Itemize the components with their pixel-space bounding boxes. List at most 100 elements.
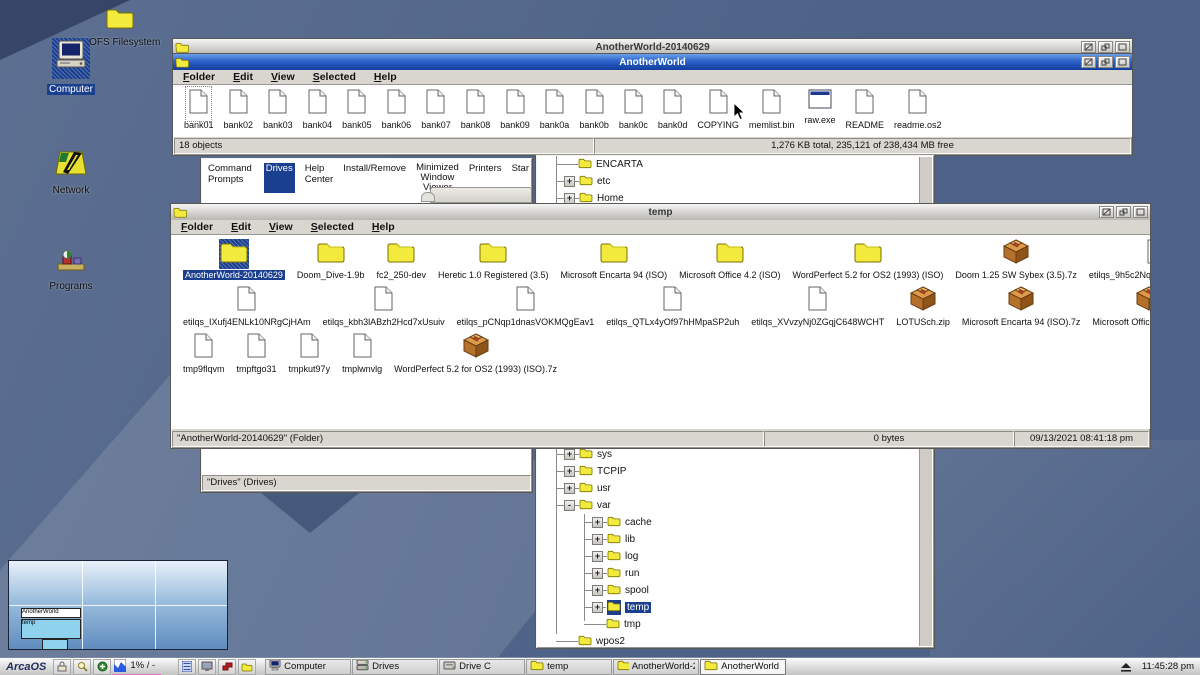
pager-mini-window[interactable] <box>42 639 68 650</box>
expand-icon[interactable]: + <box>592 568 603 579</box>
expand-icon[interactable]: + <box>564 176 575 187</box>
pager-mini-window[interactable]: temp <box>21 619 81 639</box>
file-item[interactable]: bank01 <box>179 89 219 130</box>
file-item[interactable]: fc2_250-dev <box>370 239 432 280</box>
tree-item-tcpip[interactable]: +TCPIP <box>537 463 919 480</box>
file-item[interactable]: Microsoft Encarta 94 (ISO) <box>555 239 674 280</box>
file-item[interactable]: COPYING <box>692 89 744 130</box>
tree-item-lib[interactable]: +lib <box>537 531 919 548</box>
file-item[interactable]: raw.exe <box>799 89 840 125</box>
file-item[interactable]: etilqs_kbh3lABzh2Hcd7xUsuiv <box>317 286 451 327</box>
file-item[interactable]: etilqs_9h5c2Nq6uDk6UAVR9YMp <box>1083 239 1150 280</box>
file-item[interactable]: bank03 <box>258 89 298 130</box>
drives-item-drives[interactable]: Drives <box>264 163 295 193</box>
menu-item-folder[interactable]: Folder <box>183 71 215 84</box>
expand-icon[interactable]: + <box>592 517 603 528</box>
tree-item-spool[interactable]: +spool <box>537 582 919 599</box>
window-list-icon[interactable] <box>178 659 196 675</box>
file-item[interactable]: tmpftgo31 <box>231 333 283 374</box>
taskbar-button-anotherworld-201[interactable]: AnotherWorld-201 <box>613 659 699 675</box>
file-item[interactable]: bank0a <box>535 89 575 130</box>
file-item[interactable]: memlist.bin <box>744 89 800 130</box>
expand-icon[interactable]: + <box>564 449 575 460</box>
minimize-button[interactable] <box>1098 41 1113 53</box>
hide-button[interactable] <box>1099 206 1114 218</box>
file-item[interactable]: Doom 1.25 SW Sybex (3.5).7z <box>949 239 1083 280</box>
pager-mini-window[interactable]: AnotherWorld <box>21 608 81 618</box>
file-item[interactable]: bank09 <box>495 89 535 130</box>
file-item[interactable]: etilqs_XVvzyNj0ZGqjC648WCHT <box>745 286 890 327</box>
search-icon[interactable] <box>73 659 91 675</box>
collapse-icon[interactable]: - <box>564 500 575 511</box>
file-item[interactable]: LOTUSch.zip <box>890 286 956 327</box>
minimize-button[interactable] <box>1116 206 1131 218</box>
maximize-button[interactable] <box>1115 56 1130 68</box>
file-item[interactable]: bank05 <box>337 89 377 130</box>
expand-icon[interactable]: + <box>564 466 575 477</box>
file-item[interactable]: readme.os2 <box>889 89 947 130</box>
tree-item-log[interactable]: +log <box>537 548 919 565</box>
file-item[interactable]: Microsoft Office 4.2 (ISO) <box>673 239 786 280</box>
file-item[interactable]: Microsoft Office 4.2 (ISO).7z <box>1086 286 1150 327</box>
updates-icon[interactable] <box>93 659 111 675</box>
virtual-desktop-pager[interactable]: AnotherWorld temp <box>8 560 228 650</box>
menu-item-selected[interactable]: Selected <box>313 71 356 84</box>
arcaos-menu-button[interactable]: ArcaOS <box>0 661 52 673</box>
tree-item-wpos2[interactable]: wpos2 <box>537 633 919 647</box>
hide-button[interactable] <box>1081 41 1096 53</box>
menu-item-folder[interactable]: Folder <box>181 221 213 234</box>
file-item[interactable]: etilqs_QTLx4yOf97hHMpaSP2uh <box>600 286 745 327</box>
window-anotherworld[interactable]: AnotherWorld FolderEditViewSelectedHelp … <box>172 53 1133 156</box>
launch-icon[interactable] <box>218 659 236 675</box>
tree-item-usr[interactable]: +usr <box>537 480 919 497</box>
desktop-icon-programs[interactable]: Programs <box>26 248 116 292</box>
file-item[interactable]: Heretic 1.0 Registered (3.5) <box>432 239 555 280</box>
drives-item-help-center[interactable]: Help Center <box>305 163 334 193</box>
file-item[interactable]: bank0c <box>614 89 653 130</box>
desktop-icon-network[interactable]: Network <box>26 148 116 196</box>
eject-icon[interactable] <box>1117 659 1135 675</box>
hide-button[interactable] <box>1081 56 1096 68</box>
expand-icon[interactable]: + <box>564 483 575 494</box>
file-item[interactable]: README <box>840 89 889 130</box>
menu-item-help[interactable]: Help <box>374 71 397 84</box>
expand-icon[interactable]: + <box>592 551 603 562</box>
file-item[interactable]: bank0b <box>574 89 614 130</box>
file-item[interactable]: bank06 <box>377 89 417 130</box>
maximize-button[interactable] <box>1115 41 1130 53</box>
tree-item-encarta[interactable]: ENCARTA <box>537 156 919 173</box>
expand-icon[interactable]: + <box>592 585 603 596</box>
file-item[interactable]: Doom_Dive-1.9b <box>291 239 371 280</box>
folder-icon-small[interactable] <box>238 659 256 675</box>
desktop-icon-small[interactable] <box>198 659 216 675</box>
desktop-icon-computer[interactable]: Computer <box>26 38 116 97</box>
taskbar-button-temp[interactable]: temp <box>526 659 612 675</box>
file-item[interactable]: bank0d <box>653 89 693 130</box>
file-item[interactable]: WordPerfect 5.2 for OS2 (1993) (ISO).7z <box>388 333 563 374</box>
tree-item-run[interactable]: +run <box>537 565 919 582</box>
expand-icon[interactable]: + <box>592 602 603 613</box>
taskbar-button-computer[interactable]: Computer <box>265 659 351 675</box>
file-item[interactable]: bank08 <box>456 89 496 130</box>
file-item[interactable]: tmpkut97y <box>283 333 337 374</box>
file-item[interactable]: tmp9flqvm <box>177 333 231 374</box>
taskbar-button-anotherworld[interactable]: AnotherWorld <box>700 659 786 675</box>
expand-icon[interactable]: + <box>592 534 603 545</box>
menu-item-view[interactable]: View <box>271 71 295 84</box>
file-item[interactable]: WordPerfect 5.2 for OS2 (1993) (ISO) <box>786 239 949 280</box>
taskbar-button-drives[interactable]: Drives <box>352 659 438 675</box>
tree-item-temp[interactable]: +temp <box>537 599 919 616</box>
file-item[interactable]: etilqs_IXufj4ENLk10NRgCjHAm <box>177 286 317 327</box>
menu-item-view[interactable]: View <box>269 221 293 234</box>
titlebar[interactable]: temp <box>171 204 1150 220</box>
drives-item-command-prompts[interactable]: Command Prompts <box>208 163 254 193</box>
drives-item-install-remove[interactable]: Install/Remove <box>343 163 406 193</box>
menu-item-edit[interactable]: Edit <box>233 71 253 84</box>
taskbar-button-drive-c[interactable]: Drive C <box>439 659 525 675</box>
file-item[interactable]: Microsoft Encarta 94 (ISO).7z <box>956 286 1087 327</box>
file-item[interactable]: etilqs_pCNqp1dnasVOKMQgEav1 <box>451 286 601 327</box>
tree-item-etc[interactable]: +etc <box>537 173 919 190</box>
minimize-button[interactable] <box>1098 56 1113 68</box>
window-temp[interactable]: temp FolderEditViewSelectedHelp AnotherW… <box>170 203 1151 449</box>
tree-item-tmp[interactable]: tmp <box>537 616 919 633</box>
